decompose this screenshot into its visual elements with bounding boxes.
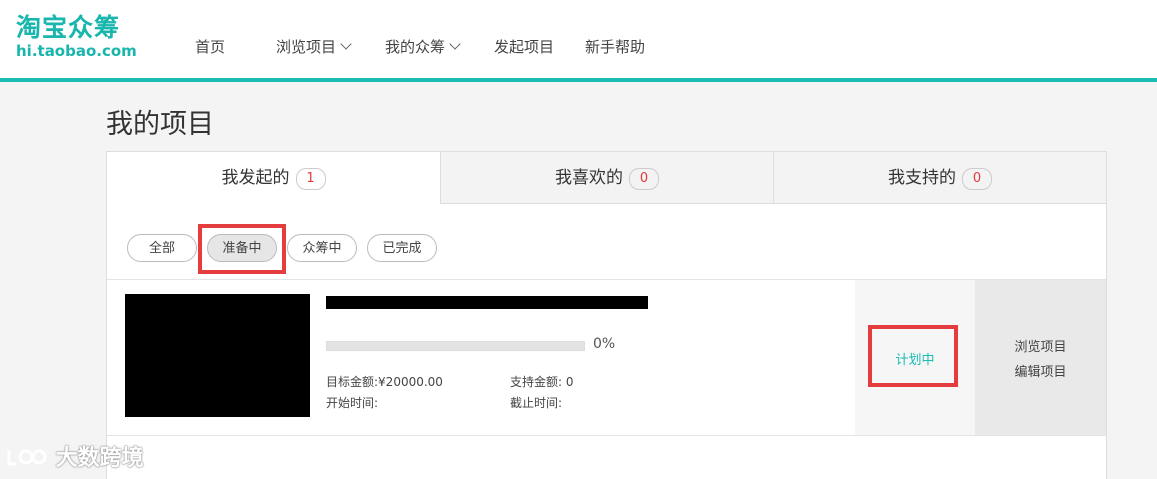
nav-my-crowdfunding[interactable]: 我的众筹	[385, 36, 461, 57]
logo-text: 淘宝众筹	[16, 13, 121, 42]
site-header: 淘宝众筹 hi.taobao.com 首页 浏览项目 我的众筹 发起项目 新手帮…	[0, 0, 1157, 82]
nav-browse-projects[interactable]: 浏览项目	[276, 36, 352, 57]
tab-count-badge: 0	[962, 168, 992, 190]
project-tabs: 我发起的 1 我喜欢的 0 我支持的 0	[107, 152, 1106, 204]
nav-newbie-help[interactable]: 新手帮助	[585, 36, 645, 57]
filter-completed[interactable]: 已完成	[367, 234, 437, 262]
tab-label: 我发起的	[221, 168, 290, 188]
progress-bar	[326, 341, 585, 351]
browse-project-link[interactable]: 浏览项目	[975, 336, 1106, 355]
progress-percent: 0%	[593, 336, 616, 352]
nav-start-project[interactable]: 发起项目	[494, 36, 554, 57]
project-title-redacted[interactable]	[326, 296, 648, 309]
action-column: 浏览项目 编辑项目	[975, 280, 1106, 435]
project-row: 0% 目标金额:¥20000.00 支持金额: 0 开始时间: 截止时间: 计划…	[107, 279, 1106, 436]
nav-browse-label: 浏览项目	[276, 38, 337, 56]
chevron-down-icon	[340, 38, 352, 50]
end-time: 截止时间:	[510, 394, 562, 411]
status-column: 计划中	[855, 280, 975, 435]
tab-count-badge: 1	[295, 168, 326, 190]
support-value: 0	[565, 375, 574, 389]
filter-all[interactable]: 全部	[127, 234, 197, 262]
tab-label: 我喜欢的	[555, 168, 623, 188]
watermark-logo-icon	[7, 449, 47, 466]
project-status[interactable]: 计划中	[855, 349, 975, 368]
nav-help-label: 新手帮助	[585, 38, 646, 56]
filter-crowdfunding[interactable]: 众筹中	[287, 234, 357, 262]
tab-liked[interactable]: 我喜欢的 0	[440, 152, 773, 204]
tab-count-badge: 0	[629, 168, 659, 190]
goal-label: 目标金额:	[326, 375, 379, 389]
nav-home-label: 首页	[195, 38, 226, 56]
tab-supported[interactable]: 我支持的 0	[773, 152, 1106, 204]
end-label: 截止时间:	[510, 396, 563, 410]
goal-value: ¥20000.00	[378, 375, 443, 389]
nav-home[interactable]: 首页	[195, 36, 225, 57]
taobao-zhongchou-logo[interactable]: 淘宝众筹 hi.taobao.com	[16, 13, 146, 60]
tab-label: 我支持的	[888, 168, 956, 188]
filter-preparing[interactable]: 准备中	[207, 234, 277, 262]
edit-project-link[interactable]: 编辑项目	[975, 361, 1106, 380]
start-time: 开始时间:	[326, 394, 378, 411]
start-label: 开始时间:	[326, 396, 379, 410]
project-thumbnail[interactable]	[125, 294, 310, 417]
my-projects-panel: 我发起的 1 我喜欢的 0 我支持的 0 全部 准备中 众筹中 已完成 0% 目标金额…	[106, 151, 1107, 479]
logo-domain: hi.taobao.com	[16, 42, 137, 60]
nav-start-label: 发起项目	[494, 38, 555, 56]
goal-amount: 目标金额:¥20000.00	[326, 373, 443, 390]
tab-launched[interactable]: 我发起的 1	[107, 152, 440, 204]
nav-my-label: 我的众筹	[385, 38, 446, 56]
watermark-text: 大数跨境	[55, 446, 144, 471]
support-amount: 支持金额: 0	[510, 373, 574, 390]
watermark: 大数跨境	[6, 440, 144, 474]
support-label: 支持金额:	[510, 375, 563, 389]
chevron-down-icon	[449, 38, 461, 50]
page-title: 我的项目	[106, 109, 214, 140]
